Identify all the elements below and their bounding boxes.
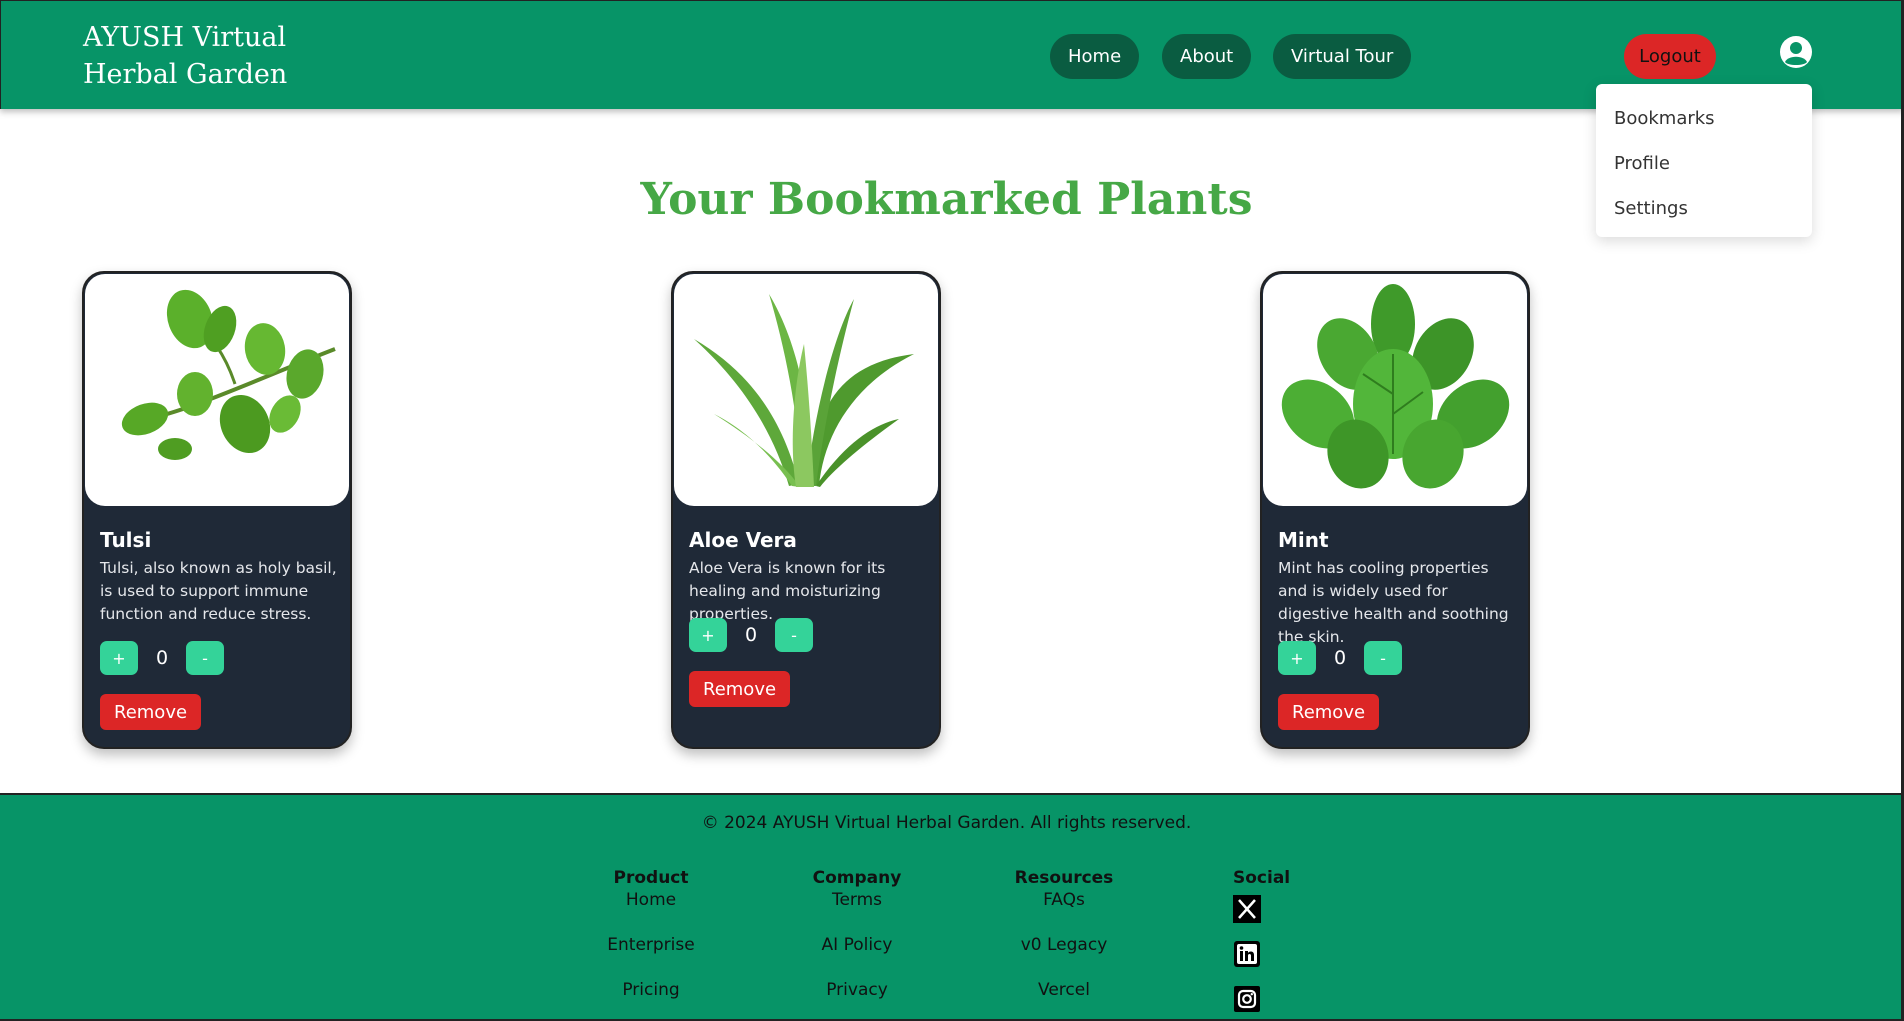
nav-about-button[interactable]: About bbox=[1162, 34, 1252, 79]
remove-button[interactable]: Remove bbox=[1278, 694, 1380, 730]
nav-virtual-tour-button[interactable]: Virtual Tour bbox=[1273, 34, 1412, 79]
dropdown-item-settings[interactable]: Settings bbox=[1596, 186, 1812, 231]
nav-home-button[interactable]: Home bbox=[1050, 34, 1140, 79]
increment-button[interactable]: + bbox=[689, 618, 727, 652]
decrement-button[interactable]: - bbox=[775, 618, 813, 652]
user-circle-icon[interactable] bbox=[1779, 35, 1813, 69]
decrement-button[interactable]: - bbox=[1364, 641, 1402, 675]
plant-description: Mint has cooling properties and is widel… bbox=[1278, 559, 1509, 646]
plant-card-mint: Mint Mint has cooling properties and is … bbox=[1260, 271, 1530, 749]
footer-link-home[interactable]: Home bbox=[571, 889, 731, 934]
footer-link-enterprise[interactable]: Enterprise bbox=[571, 934, 731, 979]
footer-column-title: Social bbox=[1233, 868, 1291, 888]
page-footer: © 2024 AYUSH Virtual Herbal Garden. All … bbox=[0, 793, 1904, 1021]
instagram-icon[interactable] bbox=[1233, 985, 1261, 1013]
quantity-value: 0 bbox=[1333, 647, 1347, 669]
plant-name: Mint bbox=[1278, 528, 1329, 552]
footer-link-faqs[interactable]: FAQs bbox=[984, 889, 1144, 934]
plant-image-tulsi bbox=[85, 274, 349, 506]
footer-column-title: Product bbox=[613, 868, 689, 888]
plant-name: Tulsi bbox=[100, 528, 152, 552]
footer-column-company: Company Terms AI Policy Privacy bbox=[777, 867, 937, 1021]
tulsi-illustration bbox=[121, 289, 336, 460]
plant-card-aloe-vera: Aloe Vera Aloe Vera is known for its hea… bbox=[671, 271, 941, 749]
plant-name: Aloe Vera bbox=[689, 528, 797, 552]
footer-link-vercel[interactable]: Vercel bbox=[984, 979, 1144, 1021]
linkedin-icon[interactable] bbox=[1233, 940, 1261, 968]
increment-button[interactable]: + bbox=[1278, 641, 1316, 675]
footer-column-title: Resources bbox=[1014, 868, 1114, 888]
quantity-stepper: + 0 - bbox=[100, 641, 224, 675]
footer-column-title: Company bbox=[812, 868, 902, 888]
remove-button[interactable]: Remove bbox=[100, 694, 202, 730]
footer-link-pricing[interactable]: Pricing bbox=[571, 979, 731, 1021]
quantity-value: 0 bbox=[155, 647, 169, 669]
user-dropdown-menu: Bookmarks Profile Settings bbox=[1596, 84, 1812, 237]
quantity-stepper: + 0 - bbox=[1278, 641, 1402, 675]
quantity-stepper: + 0 - bbox=[689, 618, 813, 652]
decrement-button[interactable]: - bbox=[186, 641, 224, 675]
aloe-vera-illustration bbox=[694, 294, 914, 487]
x-icon[interactable] bbox=[1233, 895, 1261, 923]
footer-column-product: Product Home Enterprise Pricing bbox=[571, 867, 731, 1021]
brand-title[interactable]: AYUSH Virtual Herbal Garden bbox=[83, 19, 303, 93]
footer-link-privacy[interactable]: Privacy bbox=[777, 979, 937, 1021]
plant-description: Tulsi, also known as holy basil, is used… bbox=[100, 559, 337, 623]
footer-link-terms[interactable]: Terms bbox=[777, 889, 937, 934]
mint-illustration bbox=[1281, 284, 1510, 489]
footer-link-ai-policy[interactable]: AI Policy bbox=[777, 934, 937, 979]
footer-column-social: Social bbox=[1233, 867, 1291, 1021]
footer-link-v0-legacy[interactable]: v0 Legacy bbox=[984, 934, 1144, 979]
dropdown-item-profile[interactable]: Profile bbox=[1596, 141, 1812, 186]
copyright-text: © 2024 AYUSH Virtual Herbal Garden. All … bbox=[701, 813, 1192, 833]
dropdown-item-bookmarks[interactable]: Bookmarks bbox=[1596, 96, 1812, 141]
plant-image-aloe-vera bbox=[674, 274, 938, 506]
logout-button[interactable]: Logout bbox=[1624, 34, 1716, 79]
plant-card-tulsi: Tulsi Tulsi, also known as holy basil, i… bbox=[82, 271, 352, 749]
increment-button[interactable]: + bbox=[100, 641, 138, 675]
plant-description: Aloe Vera is known for its healing and m… bbox=[689, 559, 886, 623]
plant-image-mint bbox=[1263, 274, 1527, 506]
quantity-value: 0 bbox=[744, 624, 758, 646]
footer-column-resources: Resources FAQs v0 Legacy Vercel bbox=[984, 867, 1144, 1021]
remove-button[interactable]: Remove bbox=[689, 671, 791, 707]
